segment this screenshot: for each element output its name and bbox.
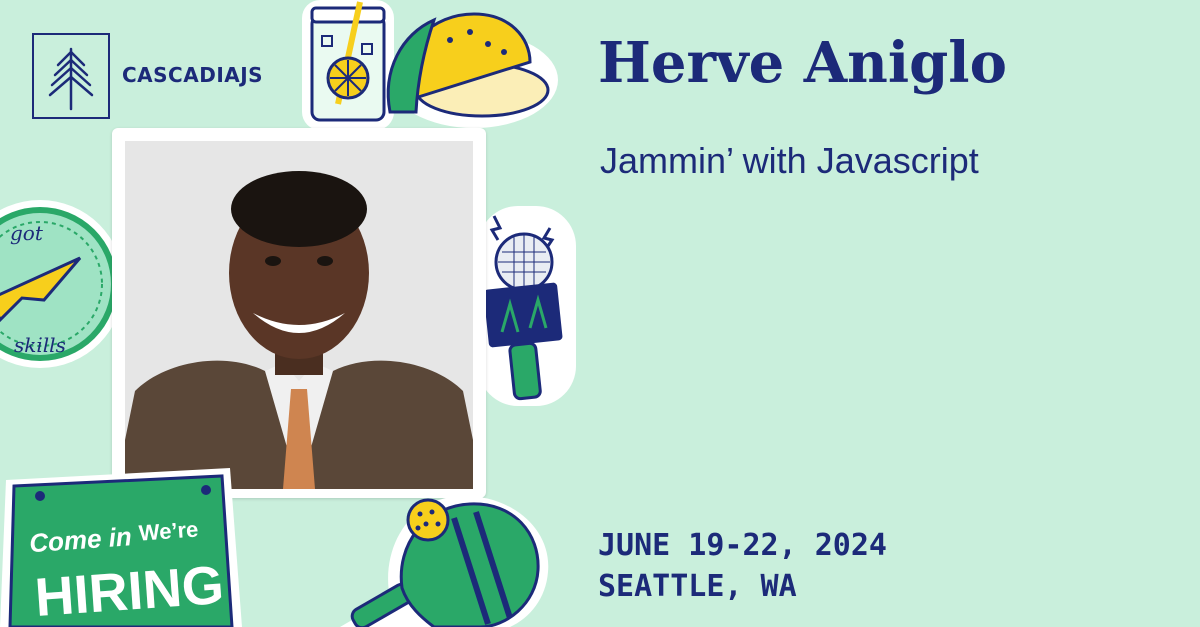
brand-name: CASCADIAJS <box>122 63 264 87</box>
event-location: SEATTLE, WA <box>598 569 797 604</box>
microphone-sticker <box>478 206 576 406</box>
speaker-photo <box>125 141 473 489</box>
talk-title: Jammin’ with Javascript <box>600 140 979 181</box>
got-skills-badge-sticker: got skills <box>0 200 124 368</box>
pine-tree-icon <box>48 47 94 111</box>
badge-bottom-text: skills <box>14 333 66 357</box>
speaker-name: Herve Aniglo <box>598 30 1007 96</box>
pickleball-paddle-sticker <box>340 495 549 627</box>
event-date: JUNE 19-22, 2024 <box>598 528 887 563</box>
badge-top-text: got <box>10 221 44 245</box>
taco-sticker <box>386 12 558 128</box>
cascadiajs-logo <box>32 33 110 119</box>
sign-line3-text: HIRING <box>33 555 226 627</box>
hiring-sign-sticker: Come in We’re HIRING <box>0 468 242 627</box>
sign-line2-text: We’re <box>138 517 199 546</box>
speaker-photo-icon <box>125 141 473 489</box>
